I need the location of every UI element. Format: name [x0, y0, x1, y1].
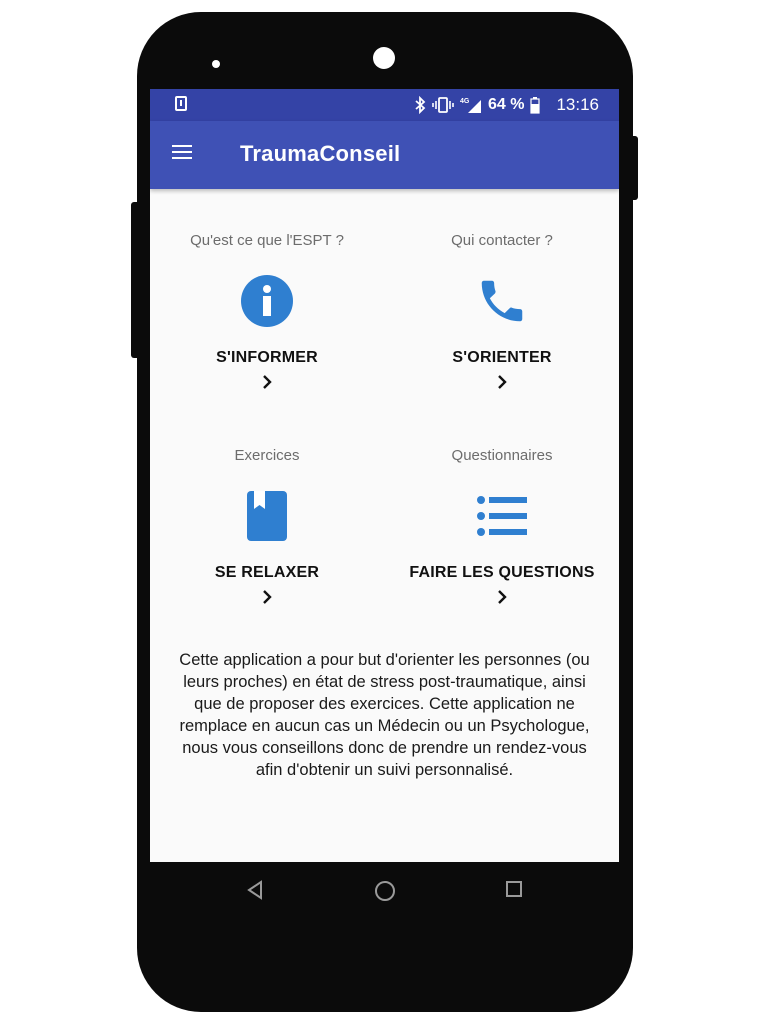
- tile-label: FAIRE LES QUESTIONS: [409, 564, 595, 581]
- tile-label: S'ORIENTER: [452, 349, 552, 366]
- app-description: Cette application a pour but d'orienter …: [179, 651, 590, 779]
- hamburger-menu-icon[interactable]: [172, 145, 194, 163]
- chevron-right-icon: [260, 588, 274, 606]
- battery-percentage: 64 %: [487, 96, 525, 113]
- home-circle-icon[interactable]: [374, 880, 396, 907]
- tile-caption: Questionnaires: [451, 447, 553, 464]
- book-icon: [237, 486, 297, 546]
- notification-alert-icon: [175, 96, 187, 111]
- tile-label: S'INFORMER: [216, 349, 318, 366]
- front-camera: [373, 47, 395, 69]
- sensor-dot: [212, 60, 220, 68]
- recents-square-icon[interactable]: [505, 880, 523, 903]
- chevron-right-icon: [495, 588, 509, 606]
- tile-relaxer[interactable]: Exercices SE RELAXER: [150, 447, 384, 606]
- vibrate-icon: [432, 97, 454, 113]
- signal-4g-icon: 4G: [460, 98, 481, 113]
- app-bar: TraumaConseil: [150, 121, 619, 189]
- list-icon: [472, 486, 532, 546]
- android-nav-bar: [150, 862, 619, 922]
- tile-questions[interactable]: Questionnaires FAIRE LES QUESTIONS: [385, 447, 619, 606]
- tile-caption: Exercices: [234, 447, 300, 464]
- tile-informer[interactable]: Qu'est ce que l'ESPT ? S'INFORMER: [150, 232, 384, 391]
- tile-orienter[interactable]: Qui contacter ? S'ORIENTER: [385, 232, 619, 391]
- phone-icon: [472, 271, 532, 331]
- phone-screen: 4G 64 % 13:16 TraumaConseil Qu'est ce qu…: [150, 89, 619, 862]
- back-triangle-icon[interactable]: [246, 880, 264, 905]
- network-type: 4G: [460, 98, 470, 105]
- tile-caption: Qui contacter ?: [451, 232, 553, 249]
- tile-label: SE RELAXER: [214, 564, 320, 581]
- status-clock: 13:16: [556, 95, 599, 114]
- chevron-right-icon: [260, 373, 274, 391]
- battery-icon: [530, 97, 541, 114]
- app-title: TraumaConseil: [240, 141, 401, 166]
- status-bar: 4G 64 % 13:16: [150, 89, 619, 121]
- bluetooth-icon: [415, 96, 426, 114]
- chevron-right-icon: [495, 373, 509, 391]
- status-icons: 4G 64 % 13:16: [414, 89, 599, 121]
- info-icon: [237, 271, 297, 331]
- tile-caption: Qu'est ce que l'ESPT ?: [190, 232, 344, 249]
